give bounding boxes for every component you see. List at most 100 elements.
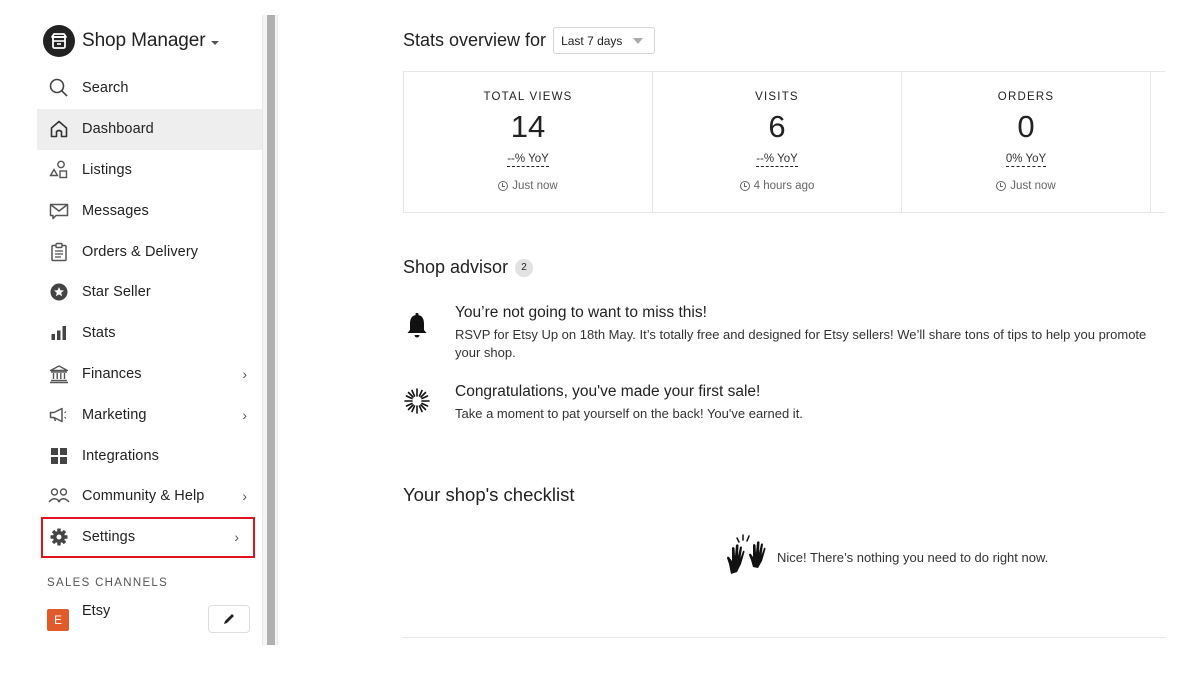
pencil-icon: [224, 614, 234, 624]
stat-label: TOTAL VIEWS: [483, 91, 573, 103]
sidebar-item-dashboard[interactable]: Dashboard: [37, 108, 263, 150]
sidebar-item-messages[interactable]: Messages: [37, 190, 263, 231]
channel-name: Etsy: [82, 603, 111, 619]
checklist-title: Your shop's checklist: [403, 484, 575, 505]
chevron-right-icon: ›: [234, 529, 239, 546]
stat-updated-text: Just now: [1010, 180, 1056, 192]
shop-manager-title: Shop Manager: [82, 30, 206, 51]
date-range-select[interactable]: Last 7 days: [553, 27, 656, 54]
sidebar-item-label: Stats: [82, 325, 116, 342]
gear-icon: [48, 526, 70, 548]
sidebar-item-label: Messages: [82, 202, 149, 219]
stat-card-orders[interactable]: ORDERS 0 0% YoY Just now: [902, 72, 1151, 212]
scrollbar-thumb[interactable]: [267, 15, 275, 645]
stat-yoy-text: --% YoY: [756, 153, 798, 167]
stat-updated: Just now: [404, 180, 652, 192]
caret-down-icon: [211, 40, 220, 45]
sales-channel-etsy[interactable]: E Etsy: [47, 602, 251, 638]
sidebar-item-search[interactable]: Search: [37, 68, 263, 109]
sidebar-item-star-seller[interactable]: Star Seller: [37, 272, 263, 313]
stat-yoy[interactable]: --% YoY: [404, 153, 652, 167]
search-icon: [48, 77, 70, 99]
stat-yoy-text: 0% YoY: [1005, 153, 1047, 167]
sidebar-item-label: Listings: [82, 161, 132, 178]
sidebar-item-label: Integrations: [82, 447, 159, 464]
stats-cards: TOTAL VIEWS 14 --% YoY Just now VISITS 6…: [403, 71, 1165, 213]
stat-updated-text: 4 hours ago: [753, 180, 815, 192]
stat-label: ORDERS: [997, 91, 1055, 103]
sidebar-item-community-help[interactable]: Community & Help ›: [37, 476, 263, 517]
sidebar-item-label: Star Seller: [82, 284, 151, 301]
stat-updated: Just now: [902, 180, 1150, 192]
shop-manager-menu[interactable]: Shop Manager: [43, 24, 220, 58]
clipboard-icon: [48, 241, 70, 263]
sidebar-item-label: Community & Help: [82, 488, 205, 505]
clock-icon: [996, 181, 1007, 191]
sidebar-item-stats[interactable]: Stats: [37, 313, 263, 354]
sparkle-icon: [403, 387, 431, 415]
edit-channel-button[interactable]: [208, 605, 250, 633]
sidebar-item-listings[interactable]: Listings: [37, 150, 263, 191]
advisor-item-body: RSVP for Etsy Up on 18th May. It’s total…: [455, 327, 1147, 360]
clock-icon: [498, 181, 509, 191]
stat-updated-text: Just now: [512, 180, 558, 192]
shapes-icon: [48, 159, 70, 181]
stat-value: 0: [1017, 109, 1035, 144]
chevron-right-icon: ›: [242, 406, 247, 423]
advisor-count-badge: 2: [515, 258, 534, 277]
sidebar-nav: Search Dashboard Listings Messages Order…: [37, 68, 263, 558]
chevron-right-icon: ›: [242, 488, 247, 505]
sidebar-item-label: Finances: [82, 365, 142, 382]
sidebar-item-settings[interactable]: Settings ›: [41, 516, 255, 558]
megaphone-icon: [48, 404, 70, 426]
stat-yoy[interactable]: 0% YoY: [902, 153, 1150, 167]
sales-channels-label: SALES CHANNELS: [47, 577, 169, 589]
clock-icon: [739, 181, 750, 191]
advisor-item-body: Take a moment to pat yourself on the bac…: [455, 406, 803, 421]
sidebar-item-orders-delivery[interactable]: Orders & Delivery: [37, 231, 263, 272]
sidebar-item-label: Orders & Delivery: [82, 243, 199, 260]
home-icon: [48, 118, 70, 140]
shop-icon: [43, 25, 75, 57]
section-divider: [403, 637, 1165, 638]
stat-card-total-views[interactable]: TOTAL VIEWS 14 --% YoY Just now: [404, 72, 653, 212]
shop-advisor-heading: Shop advisor 2: [403, 257, 534, 278]
star-badge-icon: [48, 281, 70, 303]
sidebar-item-integrations[interactable]: Integrations: [37, 435, 263, 476]
people-icon: [48, 485, 70, 507]
stats-overview-title: Stats overview for: [403, 30, 547, 50]
sidebar-item-label: Search: [82, 80, 129, 97]
stat-card-visits[interactable]: VISITS 6 --% YoY 4 hours ago: [653, 72, 902, 212]
stat-updated: 4 hours ago: [653, 180, 901, 192]
bar-chart-icon: [48, 322, 70, 344]
caret-down-icon: [633, 38, 644, 44]
chevron-right-icon: ›: [242, 365, 247, 382]
bell-icon: [403, 312, 431, 340]
stat-value: 6: [768, 109, 786, 144]
date-range-value: Last 7 days: [561, 33, 623, 48]
stat-card-partial: [1151, 72, 1166, 212]
high-five-icon: [725, 534, 767, 581]
sidebar-scrollbar[interactable]: [262, 15, 278, 645]
dashboard-main: Stats overview for Last 7 days TOTAL VIE…: [403, 0, 1200, 675]
bank-icon: [48, 363, 70, 385]
grid-icon: [48, 445, 70, 467]
advisor-item-title: Congratulations, you've made your first …: [455, 383, 761, 400]
checklist-empty-message: Nice! There’s nothing you need to do rig…: [777, 550, 1049, 565]
sidebar-item-label: Marketing: [82, 406, 147, 423]
stat-yoy[interactable]: --% YoY: [653, 153, 901, 167]
sidebar: Shop Manager Search Dashboard Listings M…: [37, 18, 263, 643]
shop-advisor-title: Shop advisor: [403, 257, 509, 277]
checklist-empty-state: Nice! There’s nothing you need to do rig…: [725, 534, 1048, 581]
sidebar-item-finances[interactable]: Finances ›: [37, 354, 263, 395]
sidebar-item-marketing[interactable]: Marketing ›: [37, 394, 263, 435]
stat-yoy-text: --% YoY: [507, 153, 549, 167]
stat-label: VISITS: [755, 91, 799, 103]
message-icon: [48, 200, 70, 222]
advisor-item-title: You’re not going to want to miss this!: [455, 304, 707, 321]
stats-header: Stats overview for Last 7 days: [403, 27, 656, 54]
sidebar-item-label: Settings: [82, 529, 136, 546]
stat-value: 14: [510, 109, 546, 144]
etsy-badge-icon: E: [47, 609, 69, 631]
sidebar-item-label: Dashboard: [82, 121, 154, 138]
